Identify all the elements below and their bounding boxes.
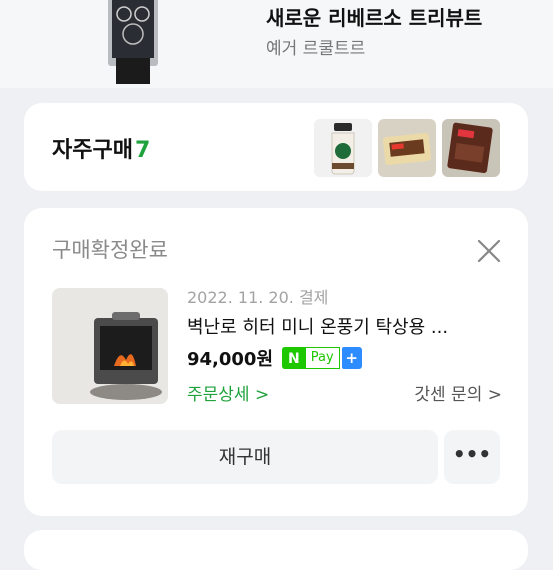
frequent-purchase-title: 자주구매7 bbox=[52, 132, 150, 164]
promo-title: 새로운 리베르소 트리뷰트 bbox=[266, 6, 483, 30]
frequent-purchase-label: 자주구매 bbox=[52, 138, 133, 163]
order-detail-link[interactable]: 주문상세 > bbox=[187, 380, 269, 405]
product-image[interactable] bbox=[52, 288, 168, 404]
next-order-card bbox=[24, 530, 528, 570]
frequent-purchase-card[interactable]: 자주구매7 bbox=[24, 103, 528, 191]
promo-banner[interactable]: 새로운 리베르소 트리뷰트 예거 르쿨트르 bbox=[0, 0, 553, 88]
promo-subtitle: 예거 르쿨트르 bbox=[266, 39, 366, 59]
npay-label: Pay bbox=[305, 347, 340, 369]
frequent-purchase-count: 7 bbox=[134, 138, 151, 163]
order-card: 구매확정완료 2022. 11. 20. 결제 벽난로 히터 미니 온풍기 탁상… bbox=[24, 208, 528, 516]
order-date: 2022. 11. 20. 결제 bbox=[187, 288, 329, 307]
npay-n-icon: N bbox=[282, 347, 306, 369]
product-name[interactable]: 벽난로 히터 미니 온풍기 탁상용 ... bbox=[187, 313, 507, 339]
rebuy-button[interactable]: 재구매 bbox=[52, 430, 438, 484]
more-options-button[interactable]: ••• bbox=[444, 430, 500, 484]
order-status: 구매확정완료 bbox=[52, 238, 168, 262]
watch-image bbox=[94, 0, 172, 86]
close-icon[interactable] bbox=[474, 236, 504, 266]
chocolate-bar-image[interactable] bbox=[442, 119, 500, 177]
coffee-bottle-image[interactable] bbox=[314, 119, 372, 177]
seller-inquiry-link[interactable]: 갓센 문의 > bbox=[414, 380, 502, 405]
product-price: 94,000원 bbox=[187, 349, 274, 370]
npay-plus-icon: + bbox=[341, 347, 362, 369]
npay-badge: N Pay + bbox=[282, 347, 362, 369]
snack-bar-image[interactable] bbox=[378, 119, 436, 177]
